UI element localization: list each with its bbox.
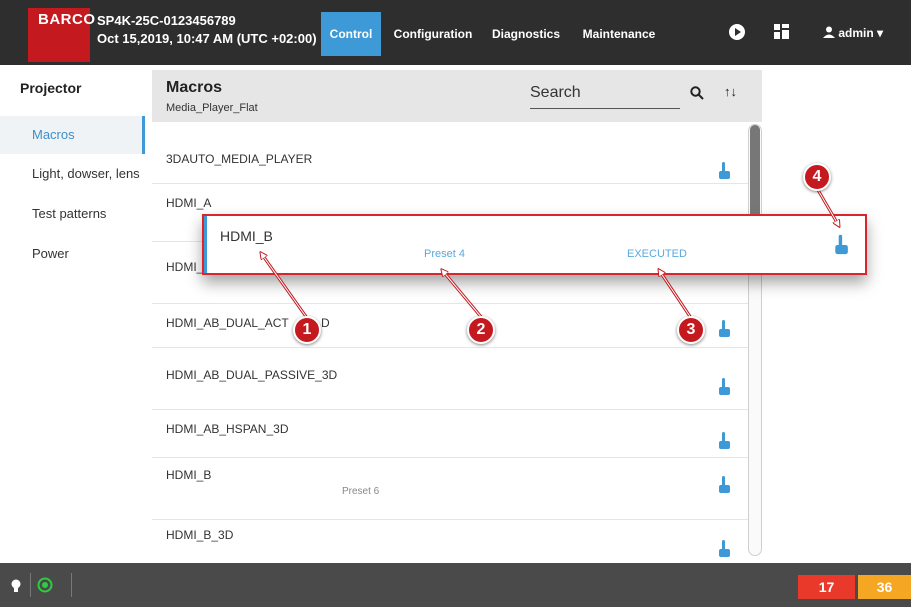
error-count-badge[interactable]: 17 <box>798 575 855 599</box>
warning-count-badge[interactable]: 36 <box>858 575 911 599</box>
callout-1: 1 <box>293 316 321 344</box>
status-bar: 17 36 <box>0 563 911 607</box>
callout-4: 4 <box>803 163 831 191</box>
status-ok-icon[interactable] <box>37 577 53 593</box>
divider <box>71 573 72 597</box>
divider <box>30 573 31 597</box>
lamp-icon[interactable] <box>11 579 21 593</box>
callout-2: 2 <box>467 316 495 344</box>
callout-3: 3 <box>677 316 705 344</box>
callout-arrows <box>0 189 911 319</box>
